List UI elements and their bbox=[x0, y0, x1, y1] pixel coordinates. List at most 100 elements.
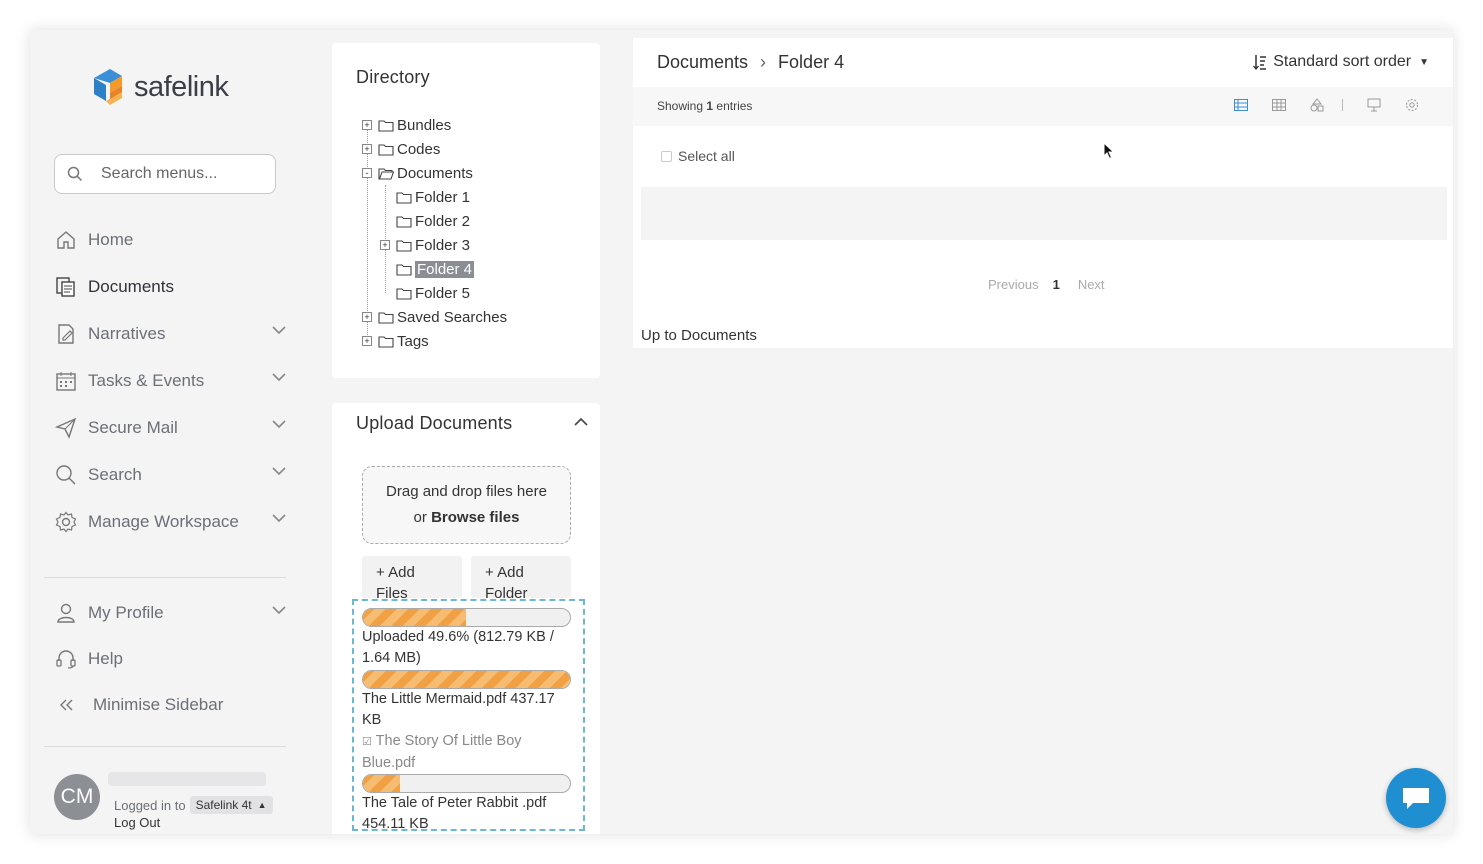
tree-node-label: Bundles bbox=[397, 116, 452, 134]
expand-icon[interactable]: + bbox=[362, 312, 372, 322]
sidebar-item-my-profile[interactable]: My Profile bbox=[54, 590, 286, 636]
settings-gear-icon[interactable] bbox=[1405, 98, 1419, 112]
tree-node[interactable]: Folder 2 bbox=[380, 209, 470, 233]
brand-name: safelink bbox=[134, 70, 229, 103]
user-name-redacted bbox=[108, 772, 266, 786]
logo[interactable]: safelink bbox=[88, 64, 229, 110]
tree-node[interactable]: + Tags bbox=[362, 329, 429, 353]
sidebar-item-manage-workspace[interactable]: Manage Workspace bbox=[54, 498, 286, 545]
avatar[interactable]: CM bbox=[54, 774, 100, 820]
list-view-icon[interactable] bbox=[1234, 99, 1248, 111]
upload-panel: Upload Documents Drag and drop files her… bbox=[332, 403, 600, 834]
pagination-previous[interactable]: Previous bbox=[988, 277, 1039, 292]
menu-search-input[interactable] bbox=[101, 165, 261, 183]
breadcrumb: Documents › Folder 4 bbox=[657, 52, 844, 73]
progress-fill bbox=[363, 671, 570, 688]
menu-search[interactable] bbox=[54, 154, 276, 194]
double-chevron-left-icon bbox=[54, 693, 78, 717]
tree-node[interactable]: + Bundles bbox=[362, 113, 451, 137]
chat-button[interactable] bbox=[1386, 768, 1446, 828]
tree-node[interactable]: Folder 4 bbox=[380, 257, 475, 281]
chevron-down-icon[interactable] bbox=[272, 326, 286, 335]
chat-bubble-icon bbox=[1403, 788, 1429, 809]
sort-label: Standard sort order bbox=[1273, 53, 1412, 70]
home-icon bbox=[54, 228, 78, 252]
app-window: safelink Home Documents Narratives Tas bbox=[30, 30, 1453, 834]
expand-icon[interactable]: + bbox=[362, 144, 372, 154]
chevron-down-icon[interactable] bbox=[272, 420, 286, 429]
expand-icon[interactable]: + bbox=[380, 240, 390, 250]
folder-icon bbox=[396, 263, 412, 276]
sidebar-item-search[interactable]: Search bbox=[54, 451, 286, 498]
folder-icon bbox=[378, 119, 394, 132]
collapse-icon[interactable]: - bbox=[362, 168, 372, 178]
gear-icon bbox=[54, 510, 78, 534]
check-icon: ☑︎ bbox=[362, 736, 372, 748]
upload-progress-list: Uploaded 49.6% (812.79 KB / 1.64 MB) The… bbox=[352, 599, 585, 831]
breadcrumb-documents[interactable]: Documents bbox=[657, 52, 748, 73]
mouse-cursor-icon bbox=[1103, 142, 1115, 160]
sidebar-item-tasks-events[interactable]: Tasks & Events bbox=[54, 357, 286, 404]
progress-fill bbox=[363, 609, 466, 626]
up-to-documents-link[interactable]: Up to Documents bbox=[641, 327, 757, 344]
presentation-icon[interactable] bbox=[1367, 98, 1381, 112]
file-progress-bar bbox=[362, 774, 571, 793]
shapes-view-icon[interactable] bbox=[1310, 98, 1324, 112]
directory-title: Directory bbox=[356, 67, 430, 87]
search-icon bbox=[67, 166, 83, 182]
search-icon bbox=[54, 463, 78, 487]
sidebar-divider bbox=[44, 577, 286, 578]
dropzone-or: or bbox=[413, 509, 427, 526]
chevron-up-icon[interactable] bbox=[574, 417, 588, 426]
folder-icon bbox=[378, 335, 394, 348]
entries-count: Showing 1 entries bbox=[657, 99, 752, 113]
pagination-next[interactable]: Next bbox=[1078, 277, 1105, 292]
sidebar-item-narratives[interactable]: Narratives bbox=[54, 310, 286, 357]
showing-suffix: entries bbox=[716, 99, 753, 113]
pagination-current[interactable]: 1 bbox=[1053, 277, 1060, 292]
tree-node[interactable]: Folder 1 bbox=[380, 185, 470, 209]
tree-node[interactable]: Folder 5 bbox=[380, 281, 470, 305]
workspace-select[interactable]: Safelink 4t ▲︎ bbox=[189, 796, 273, 814]
select-all[interactable]: Select all bbox=[661, 148, 735, 164]
upload-title: Upload Documents bbox=[356, 413, 513, 433]
chevron-down-icon[interactable] bbox=[272, 467, 286, 476]
sidebar-item-label: Search bbox=[88, 464, 142, 484]
logout-link[interactable]: Log Out bbox=[114, 815, 160, 830]
sidebar-item-label: Manage Workspace bbox=[88, 511, 239, 531]
select-all-checkbox[interactable] bbox=[661, 150, 672, 162]
add-folder-button[interactable]: + Add Folder bbox=[471, 556, 571, 598]
chevron-right-icon: › bbox=[760, 52, 767, 72]
add-files-button[interactable]: + Add Files bbox=[362, 556, 462, 598]
tree-node[interactable]: + Folder 3 bbox=[380, 233, 470, 257]
tree-node-label: Folder 2 bbox=[415, 212, 471, 230]
sidebar-nav: Home Documents Narratives Tasks & Events… bbox=[54, 216, 286, 545]
sidebar-item-help[interactable]: Help bbox=[54, 636, 286, 682]
file-complete-text: The Story Of Little Boy Blue.pdf bbox=[362, 733, 522, 771]
folder-icon bbox=[378, 143, 394, 156]
user-icon bbox=[54, 601, 78, 625]
calendar-icon bbox=[54, 369, 78, 393]
grid-view-icon[interactable] bbox=[1272, 99, 1286, 111]
tree-node[interactable]: + Codes bbox=[362, 137, 440, 161]
list-info-bar: Showing 1 entries bbox=[633, 87, 1453, 126]
expand-icon[interactable]: + bbox=[362, 336, 372, 346]
browse-files-link[interactable]: Browse files bbox=[431, 509, 519, 526]
tree-node-label: Folder 3 bbox=[415, 236, 471, 254]
tree-node[interactable]: + Saved Searches bbox=[362, 305, 507, 329]
chevron-down-icon[interactable] bbox=[272, 514, 286, 523]
expand-icon[interactable]: + bbox=[362, 120, 372, 130]
tree-node-label: Documents bbox=[397, 164, 473, 182]
folder-icon bbox=[378, 311, 394, 324]
sidebar-item-home[interactable]: Home bbox=[54, 216, 286, 263]
chevron-down-icon[interactable] bbox=[272, 373, 286, 382]
sidebar-item-label: Narratives bbox=[88, 323, 166, 343]
upload-dropzone[interactable]: Drag and drop files here or Browse files bbox=[362, 466, 571, 544]
sidebar-item-minimise[interactable]: Minimise Sidebar bbox=[54, 682, 286, 728]
sidebar-item-secure-mail[interactable]: Secure Mail bbox=[54, 404, 286, 451]
tree-node[interactable]: - Documents bbox=[362, 161, 473, 185]
sidebar-item-label: Help bbox=[88, 649, 123, 668]
chevron-down-icon[interactable] bbox=[272, 606, 286, 615]
sidebar-item-documents[interactable]: Documents bbox=[54, 263, 286, 310]
sort-dropdown[interactable]: Standard sort order ▼ bbox=[1253, 53, 1429, 71]
